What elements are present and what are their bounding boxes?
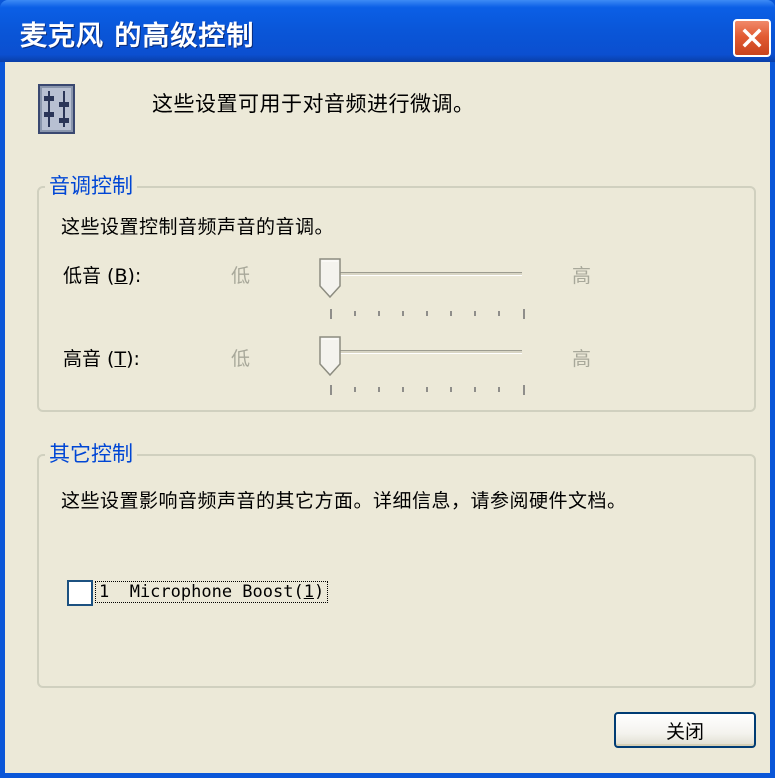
treble-slider-track[interactable]: [330, 350, 522, 354]
other-group-description: 这些设置影响音频声音的其它方面。详细信息，请参阅硬件文档。: [61, 490, 627, 512]
treble-max-label: 高: [572, 348, 592, 370]
bass-slider-ticks: [330, 304, 526, 319]
bass-slider-track[interactable]: [330, 272, 522, 276]
treble-min-label: 低: [231, 348, 251, 370]
bass-label: 低音 (B):: [63, 265, 142, 287]
dialog-client-area: 这些设置可用于对音频进行微调。 音调控制 这些设置控制音频声音的音调。 低音 (…: [5, 62, 770, 773]
treble-slider-thumb[interactable]: [319, 336, 341, 377]
treble-slider-ticks: [330, 380, 526, 395]
tone-group-title: 音调控制: [45, 170, 137, 200]
close-window-button[interactable]: [733, 19, 771, 57]
window-title: 麦克风 的高级控制: [20, 21, 255, 52]
treble-label: 高音 (T):: [63, 348, 140, 370]
tone-group-description: 这些设置控制音频声音的音调。: [61, 216, 335, 238]
mixer-icon: [38, 84, 75, 134]
microphone-boost-checkbox[interactable]: [67, 580, 93, 606]
bass-slider-thumb[interactable]: [319, 258, 341, 299]
close-icon: [742, 28, 762, 48]
header-description: 这些设置可用于对音频进行微调。: [152, 92, 475, 116]
close-button[interactable]: 关闭: [614, 712, 756, 748]
bass-min-label: 低: [231, 265, 251, 287]
microphone-boost-label[interactable]: 1 Microphone Boost(1): [95, 581, 329, 603]
bass-max-label: 高: [572, 265, 592, 287]
title-bar[interactable]: 麦克风 的高级控制: [0, 0, 775, 62]
dialog-window: 麦克风 的高级控制 这些设置可用于对音频进行微调。 音调控制 这些设置控制音频声: [0, 0, 775, 778]
other-group-title: 其它控制: [45, 438, 137, 468]
